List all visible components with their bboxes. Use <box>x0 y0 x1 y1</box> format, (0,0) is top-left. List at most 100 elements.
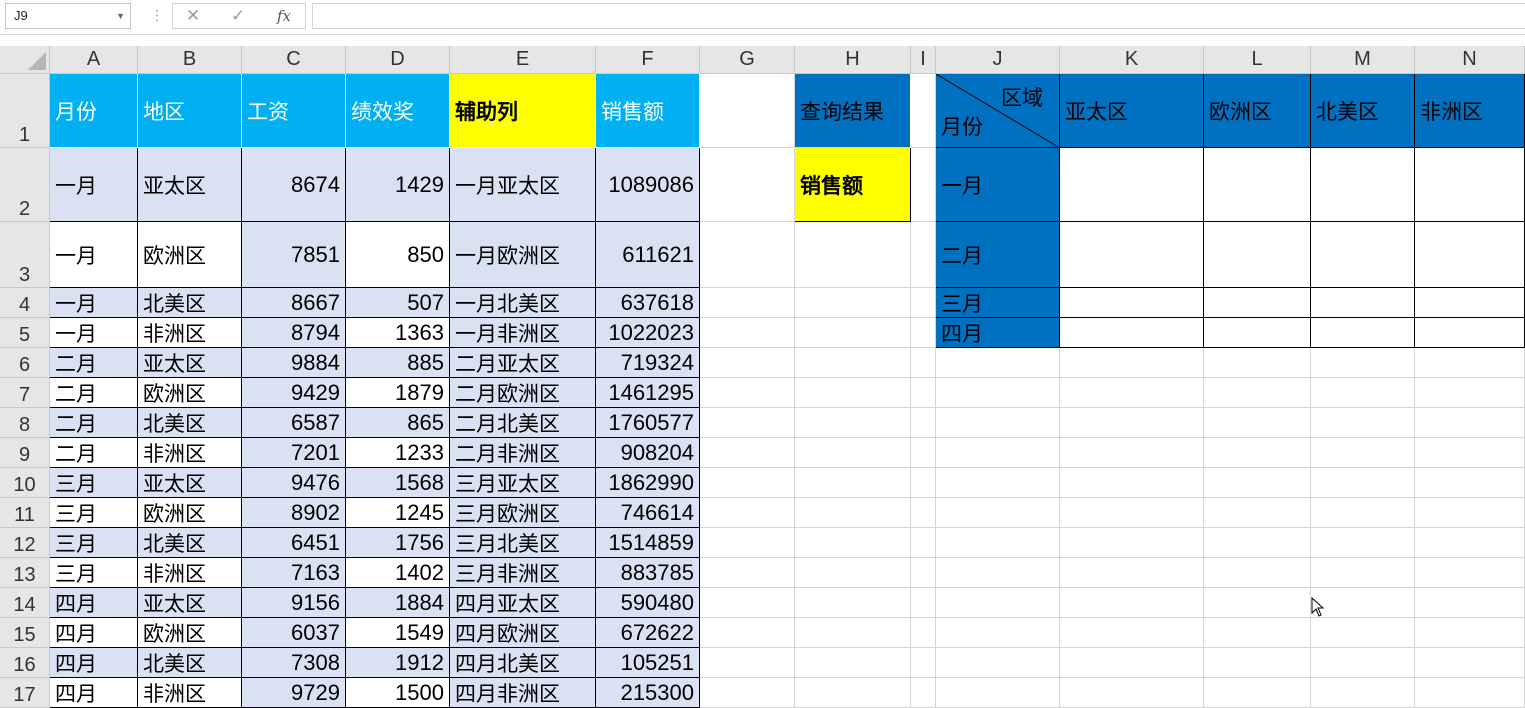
table-cell[interactable]: 637618 <box>596 288 700 318</box>
column-header-h[interactable]: H <box>795 46 911 74</box>
table-cell[interactable]: 亚太区 <box>138 468 242 498</box>
month-label-cell[interactable]: 四月 <box>936 318 1060 348</box>
result-value-cell[interactable] <box>1060 288 1204 318</box>
cell-empty[interactable] <box>795 528 911 558</box>
cell-empty[interactable] <box>1204 588 1311 618</box>
table-cell[interactable]: 北美区 <box>138 528 242 558</box>
table-cell[interactable]: 885 <box>346 348 450 378</box>
cell-empty[interactable] <box>911 528 936 558</box>
table-cell[interactable]: 非洲区 <box>138 438 242 468</box>
table-cell[interactable]: 四月 <box>50 678 138 708</box>
region-header-cell[interactable]: 非洲区 <box>1415 74 1525 148</box>
cell-empty[interactable] <box>911 222 936 288</box>
cell-empty[interactable] <box>1204 618 1311 648</box>
table-cell[interactable]: 欧洲区 <box>138 222 242 288</box>
table-cell[interactable]: 二月 <box>50 378 138 408</box>
table-cell[interactable]: 一月 <box>50 148 138 222</box>
cell-empty[interactable] <box>936 618 1060 648</box>
cell-empty[interactable] <box>1060 498 1204 528</box>
formula-input[interactable] <box>312 3 1525 29</box>
table-cell[interactable]: 850 <box>346 222 450 288</box>
cell-empty[interactable] <box>1060 648 1204 678</box>
row-header-8[interactable]: 8 <box>0 408 50 438</box>
result-value-cell[interactable] <box>1415 318 1525 348</box>
table-cell[interactable]: 二月欧洲区 <box>450 378 596 408</box>
cell-empty[interactable] <box>936 408 1060 438</box>
row-header-12[interactable]: 12 <box>0 528 50 558</box>
table-header-cell[interactable]: 月份 <box>50 74 138 148</box>
result-value-cell[interactable] <box>1060 148 1204 222</box>
row-header-17[interactable]: 17 <box>0 678 50 708</box>
cell-empty[interactable] <box>700 148 795 222</box>
cell-empty[interactable] <box>700 558 795 588</box>
cell-empty[interactable] <box>1311 678 1415 708</box>
cell-empty[interactable] <box>936 588 1060 618</box>
table-cell[interactable]: 1879 <box>346 378 450 408</box>
table-cell[interactable]: 1245 <box>346 498 450 528</box>
cell-empty[interactable] <box>1060 588 1204 618</box>
row-header-1[interactable]: 1 <box>0 74 50 148</box>
table-cell[interactable]: 二月亚太区 <box>450 348 596 378</box>
table-cell[interactable]: 746614 <box>596 498 700 528</box>
table-cell[interactable]: 二月 <box>50 348 138 378</box>
cell-empty[interactable] <box>700 678 795 708</box>
table-cell[interactable]: 7163 <box>242 558 346 588</box>
cell-empty[interactable] <box>1415 528 1525 558</box>
cell-empty[interactable] <box>936 468 1060 498</box>
cell-empty[interactable] <box>1311 558 1415 588</box>
table-cell[interactable]: 7308 <box>242 648 346 678</box>
cell-empty[interactable] <box>936 438 1060 468</box>
cell-empty[interactable] <box>700 378 795 408</box>
table-cell[interactable]: 1760577 <box>596 408 700 438</box>
column-header-m[interactable]: M <box>1311 46 1415 74</box>
cell-empty[interactable] <box>700 348 795 378</box>
table-cell[interactable]: 883785 <box>596 558 700 588</box>
cell-empty[interactable] <box>1204 468 1311 498</box>
cell-empty[interactable] <box>700 528 795 558</box>
table-cell[interactable]: 一月亚太区 <box>450 148 596 222</box>
cell-empty[interactable] <box>1060 528 1204 558</box>
drag-handle-icon[interactable]: ⋮ <box>150 8 164 24</box>
cell-empty[interactable] <box>936 348 1060 378</box>
cell-empty[interactable] <box>936 378 1060 408</box>
table-cell[interactable]: 亚太区 <box>138 348 242 378</box>
table-cell[interactable]: 1912 <box>346 648 450 678</box>
table-cell[interactable]: 北美区 <box>138 408 242 438</box>
cell-empty[interactable] <box>1204 438 1311 468</box>
cell-empty[interactable] <box>700 498 795 528</box>
table-cell[interactable]: 9884 <box>242 348 346 378</box>
cell-empty[interactable] <box>795 438 911 468</box>
column-header-a[interactable]: A <box>50 46 138 74</box>
cell-empty[interactable] <box>911 588 936 618</box>
table-cell[interactable]: 非洲区 <box>138 558 242 588</box>
table-cell[interactable]: 6037 <box>242 618 346 648</box>
column-header-e[interactable]: E <box>450 46 596 74</box>
cell-empty[interactable] <box>936 498 1060 528</box>
cell-empty[interactable] <box>700 468 795 498</box>
cell-empty[interactable] <box>1311 648 1415 678</box>
table-cell[interactable]: 1429 <box>346 148 450 222</box>
table-cell[interactable]: 9429 <box>242 378 346 408</box>
table-cell[interactable]: 欧洲区 <box>138 498 242 528</box>
cell-empty[interactable] <box>911 468 936 498</box>
cell-empty[interactable] <box>1060 468 1204 498</box>
table-cell[interactable]: 非洲区 <box>138 318 242 348</box>
row-header-3[interactable]: 3 <box>0 222 50 288</box>
region-header-cell[interactable]: 欧洲区 <box>1204 74 1311 148</box>
row-header-5[interactable]: 5 <box>0 318 50 348</box>
cell-empty[interactable] <box>1415 468 1525 498</box>
table-cell[interactable]: 三月北美区 <box>450 528 596 558</box>
row-header-13[interactable]: 13 <box>0 558 50 588</box>
table-cell[interactable]: 1500 <box>346 678 450 708</box>
row-header-14[interactable]: 14 <box>0 588 50 618</box>
cell-empty[interactable] <box>1204 648 1311 678</box>
cell-empty[interactable] <box>700 222 795 288</box>
result-value-cell[interactable] <box>1311 148 1415 222</box>
column-header-f[interactable]: F <box>596 46 700 74</box>
cell-empty[interactable] <box>1060 618 1204 648</box>
table-cell[interactable]: 215300 <box>596 678 700 708</box>
table-cell[interactable]: 1549 <box>346 618 450 648</box>
cell-empty[interactable] <box>795 378 911 408</box>
cell-empty[interactable] <box>1060 408 1204 438</box>
cell-empty[interactable] <box>1311 408 1415 438</box>
